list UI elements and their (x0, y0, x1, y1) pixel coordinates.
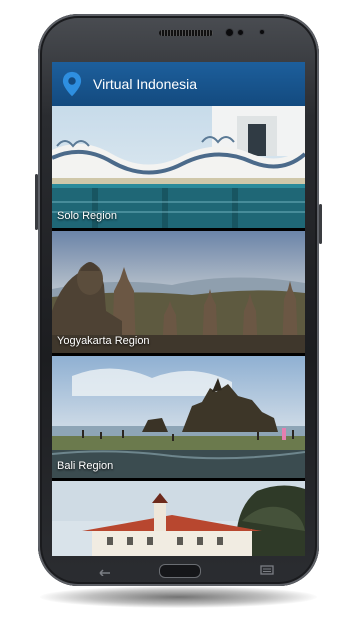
region-card-bali[interactable]: Bali Region (52, 356, 305, 478)
power-button (319, 204, 322, 244)
volume-button (35, 174, 38, 230)
region-label: Bali Region (57, 460, 114, 472)
map-pin-icon (62, 71, 82, 97)
front-camera (226, 29, 233, 36)
fourth-region-photo (52, 481, 305, 556)
light-sensor (260, 30, 264, 34)
region-label: Yogyakarta Region (57, 335, 150, 347)
back-icon[interactable] (96, 564, 112, 576)
phone-frame: Virtual Indonesia Solo Region Yogyakarta… (35, 14, 322, 586)
menu-icon[interactable] (260, 565, 274, 575)
earpiece-speaker (159, 30, 213, 36)
phone-screen: Virtual Indonesia Solo Region Yogyakarta… (52, 62, 305, 556)
region-label: Solo Region (57, 210, 117, 222)
region-card-solo[interactable]: Solo Region (52, 106, 305, 228)
app-title: Virtual Indonesia (93, 76, 198, 92)
app-bar: Virtual Indonesia (52, 62, 305, 106)
hardware-nav-bar (38, 559, 319, 583)
phone-shadow (40, 586, 317, 608)
region-card-fourth[interactable] (52, 481, 305, 556)
home-button[interactable] (159, 564, 201, 578)
region-card-yogyakarta[interactable]: Yogyakarta Region (52, 231, 305, 353)
proximity-sensor (238, 30, 243, 35)
